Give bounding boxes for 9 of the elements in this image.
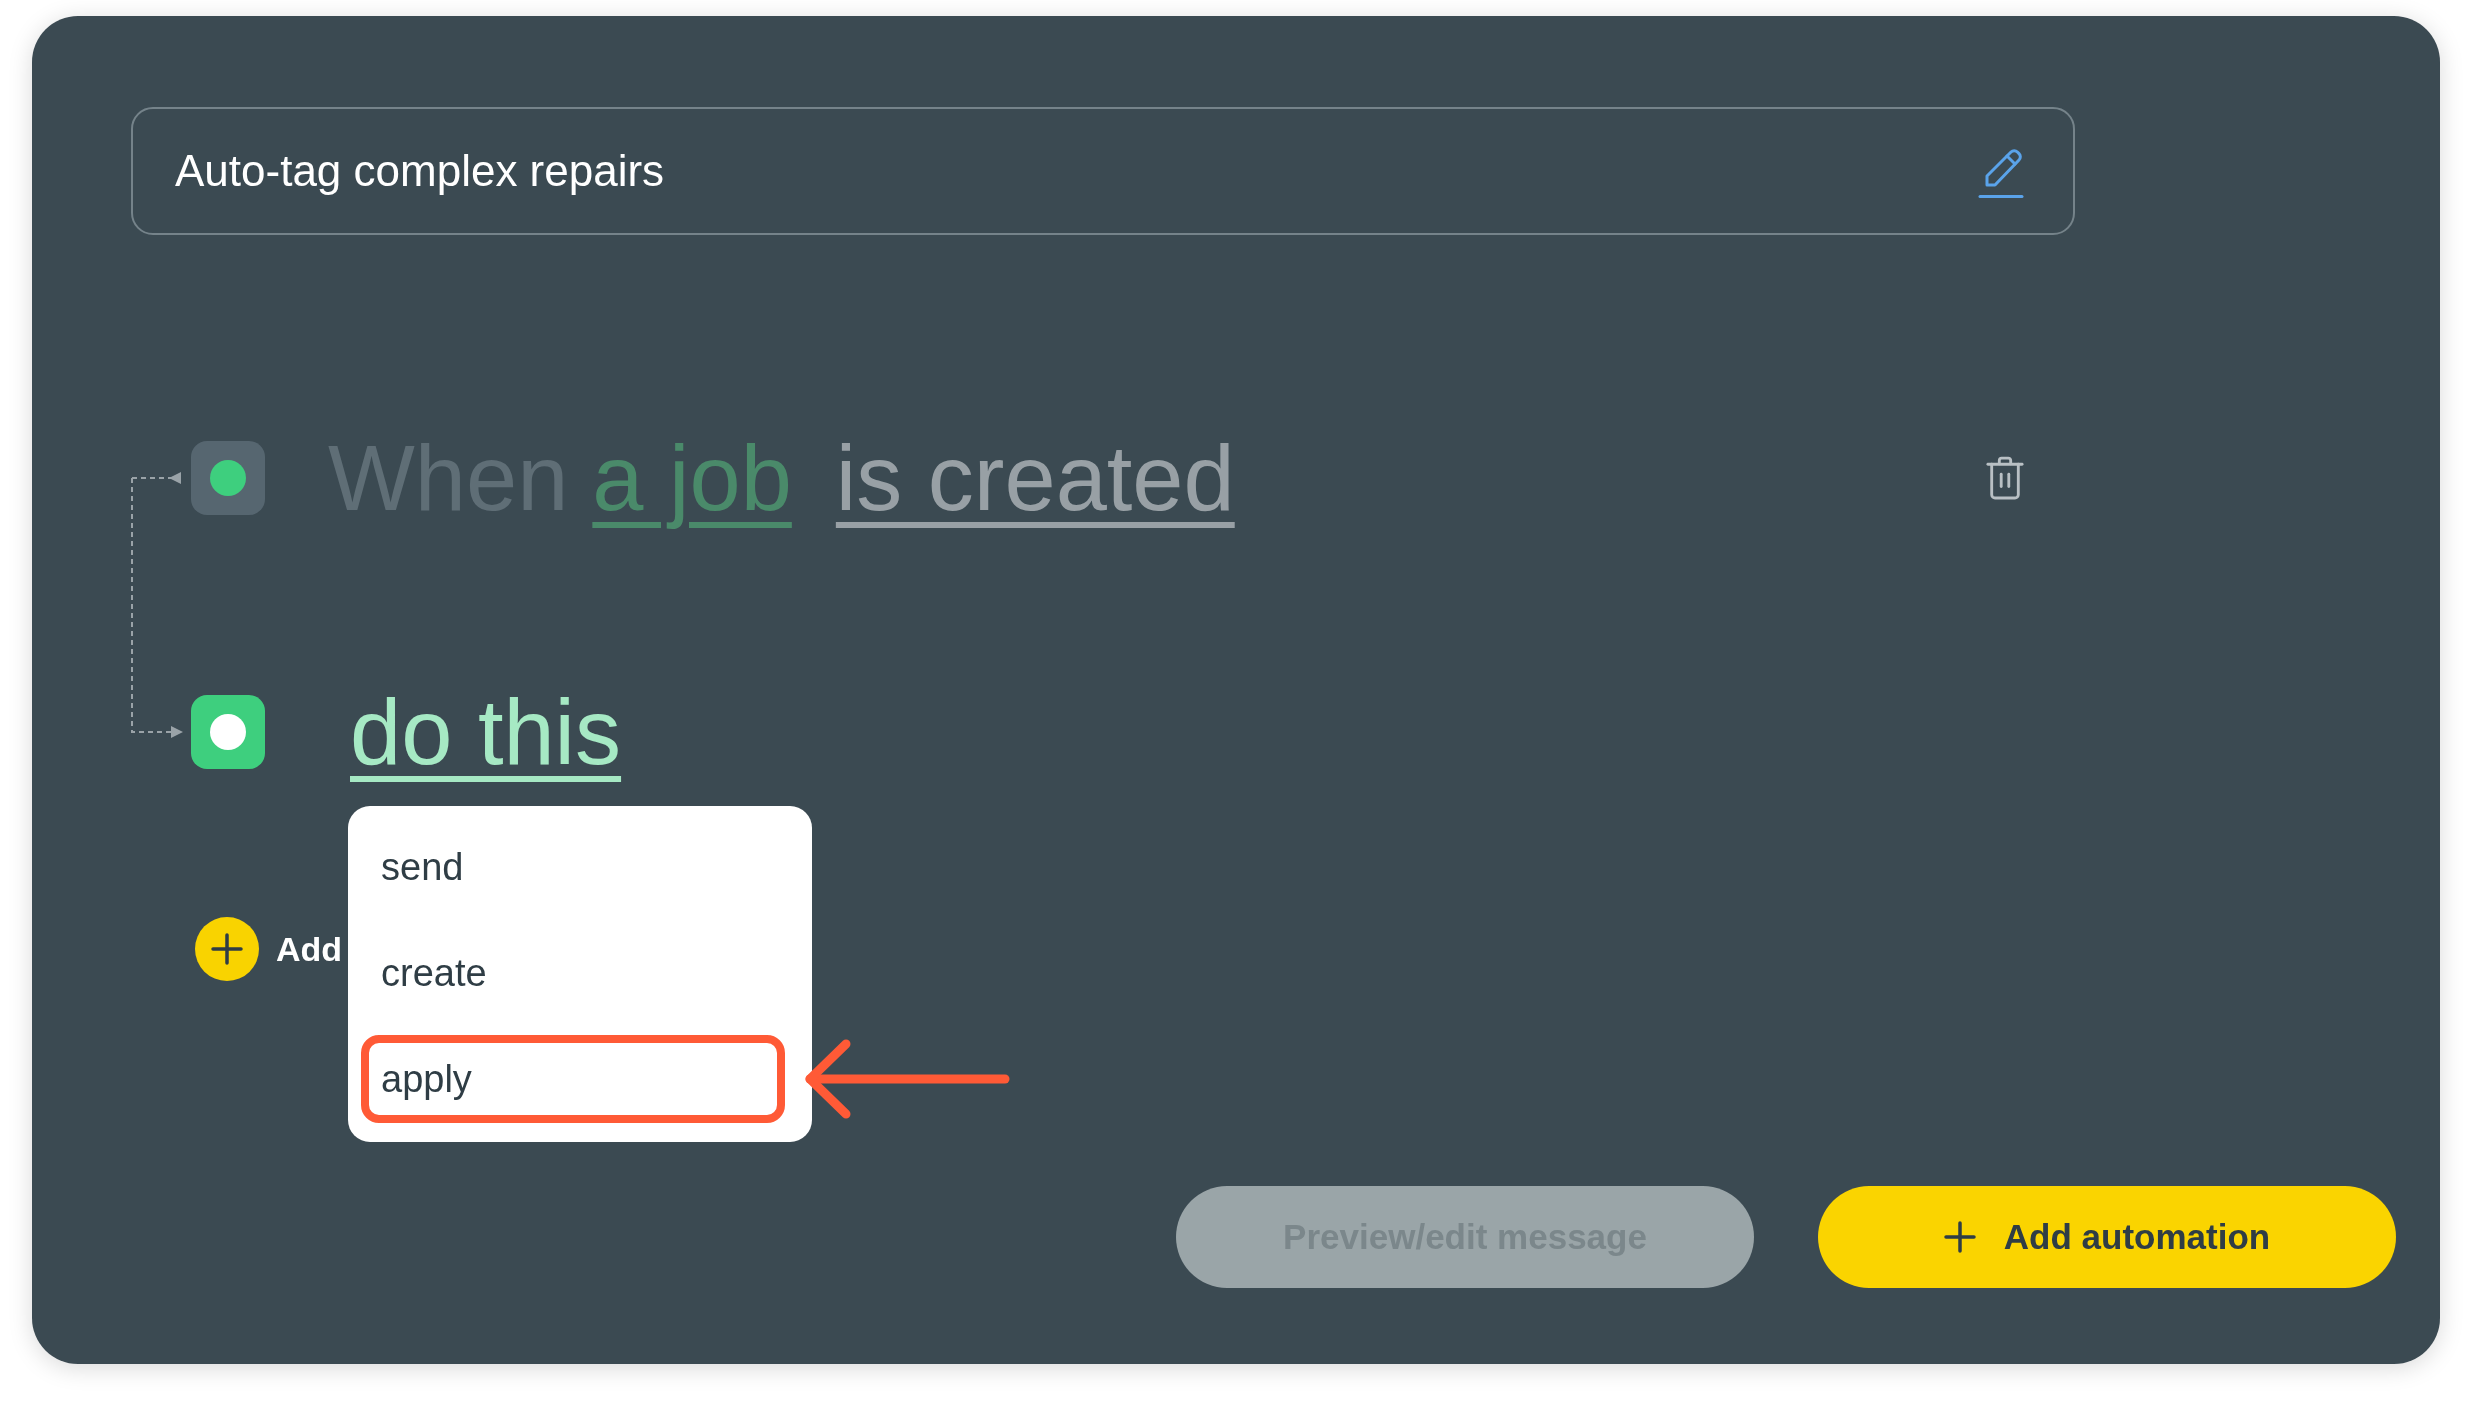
name-field[interactable]: Auto-tag complex repairs (131, 107, 2075, 235)
plus-icon (1943, 1221, 1976, 1253)
menu-item[interactable]: send (361, 823, 785, 911)
action-link[interactable]: do this (350, 686, 622, 778)
add-step-button[interactable]: Add (195, 917, 343, 981)
menu-item[interactable]: create (361, 929, 785, 1017)
add-automation-button[interactable]: Add automation (1818, 1186, 2396, 1288)
trash-icon[interactable] (1986, 456, 2024, 500)
plus-icon (195, 917, 259, 981)
